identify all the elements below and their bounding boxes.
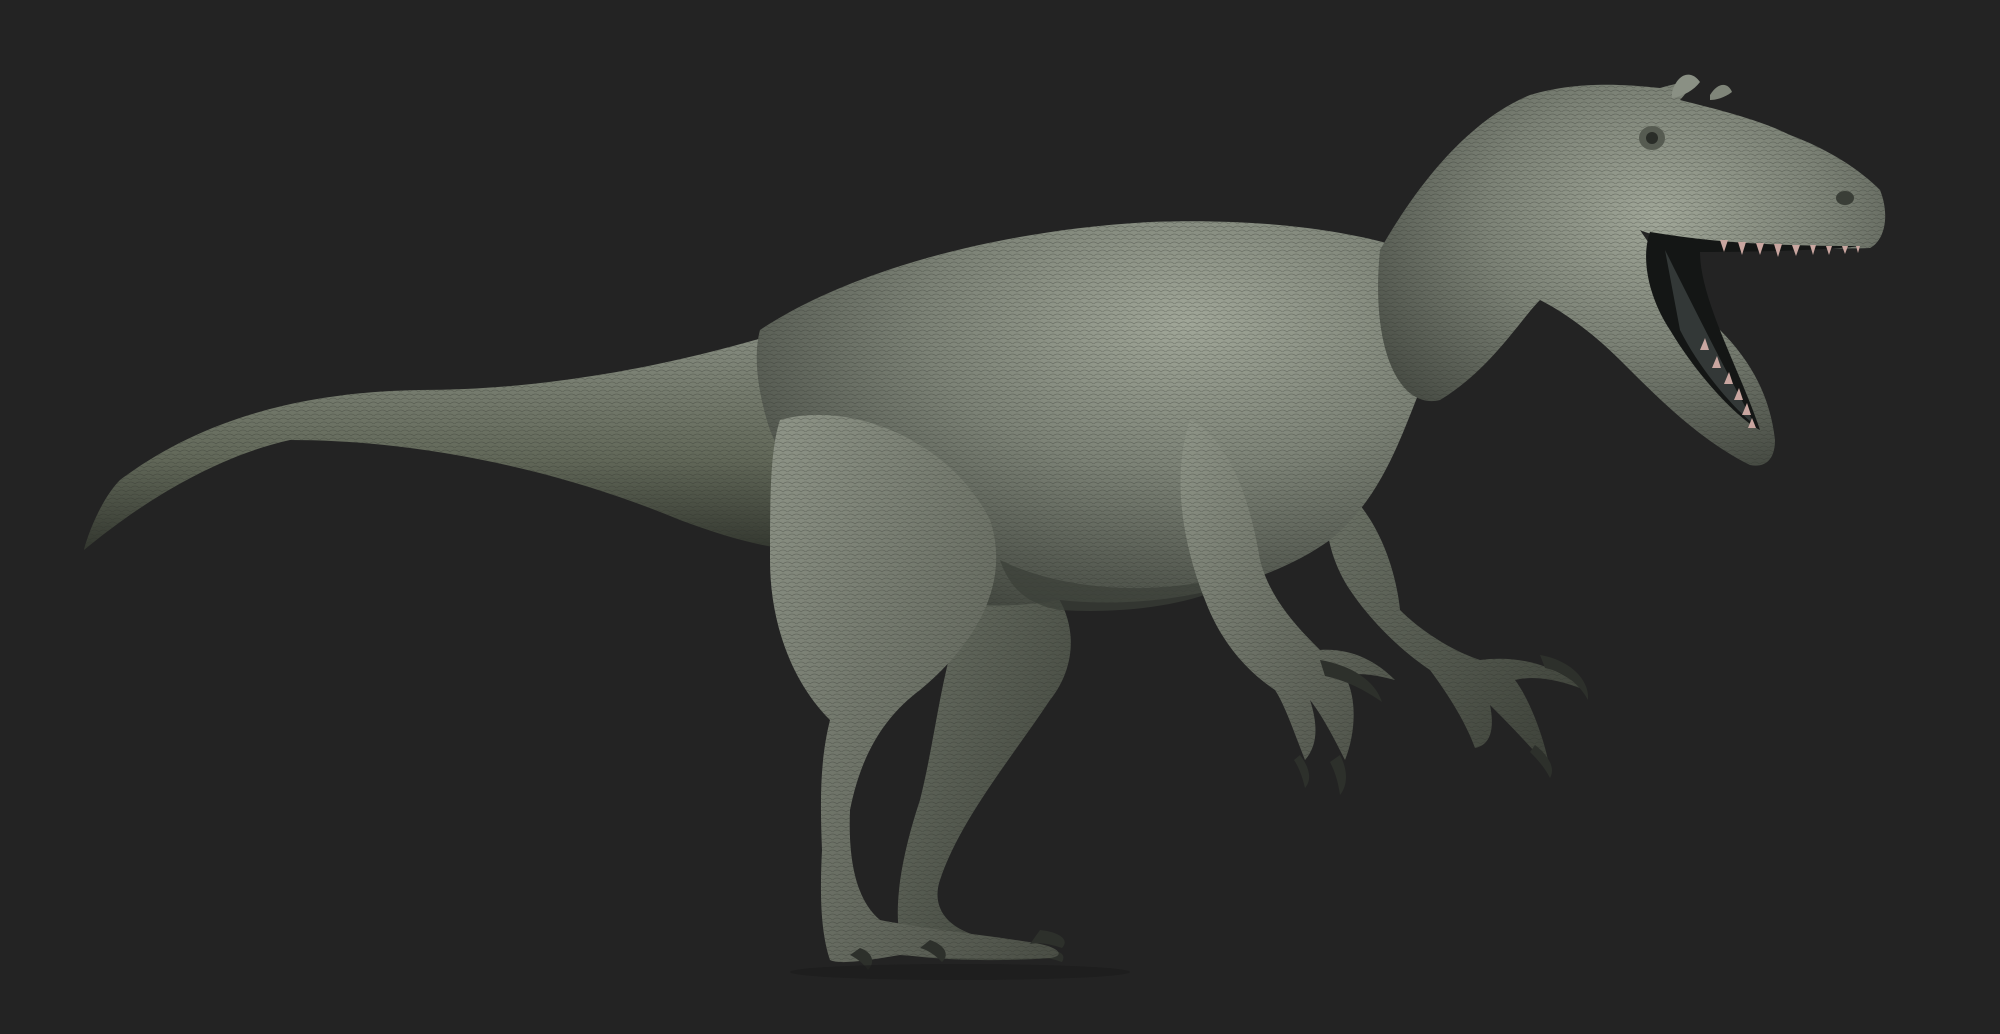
nostril (1836, 191, 1854, 205)
far-arm (1326, 480, 1589, 778)
head (1378, 74, 1886, 466)
ground-shadow (790, 964, 1130, 980)
tail (84, 320, 860, 551)
dinosaur-model (84, 74, 1886, 980)
render-viewport (0, 0, 2000, 1034)
